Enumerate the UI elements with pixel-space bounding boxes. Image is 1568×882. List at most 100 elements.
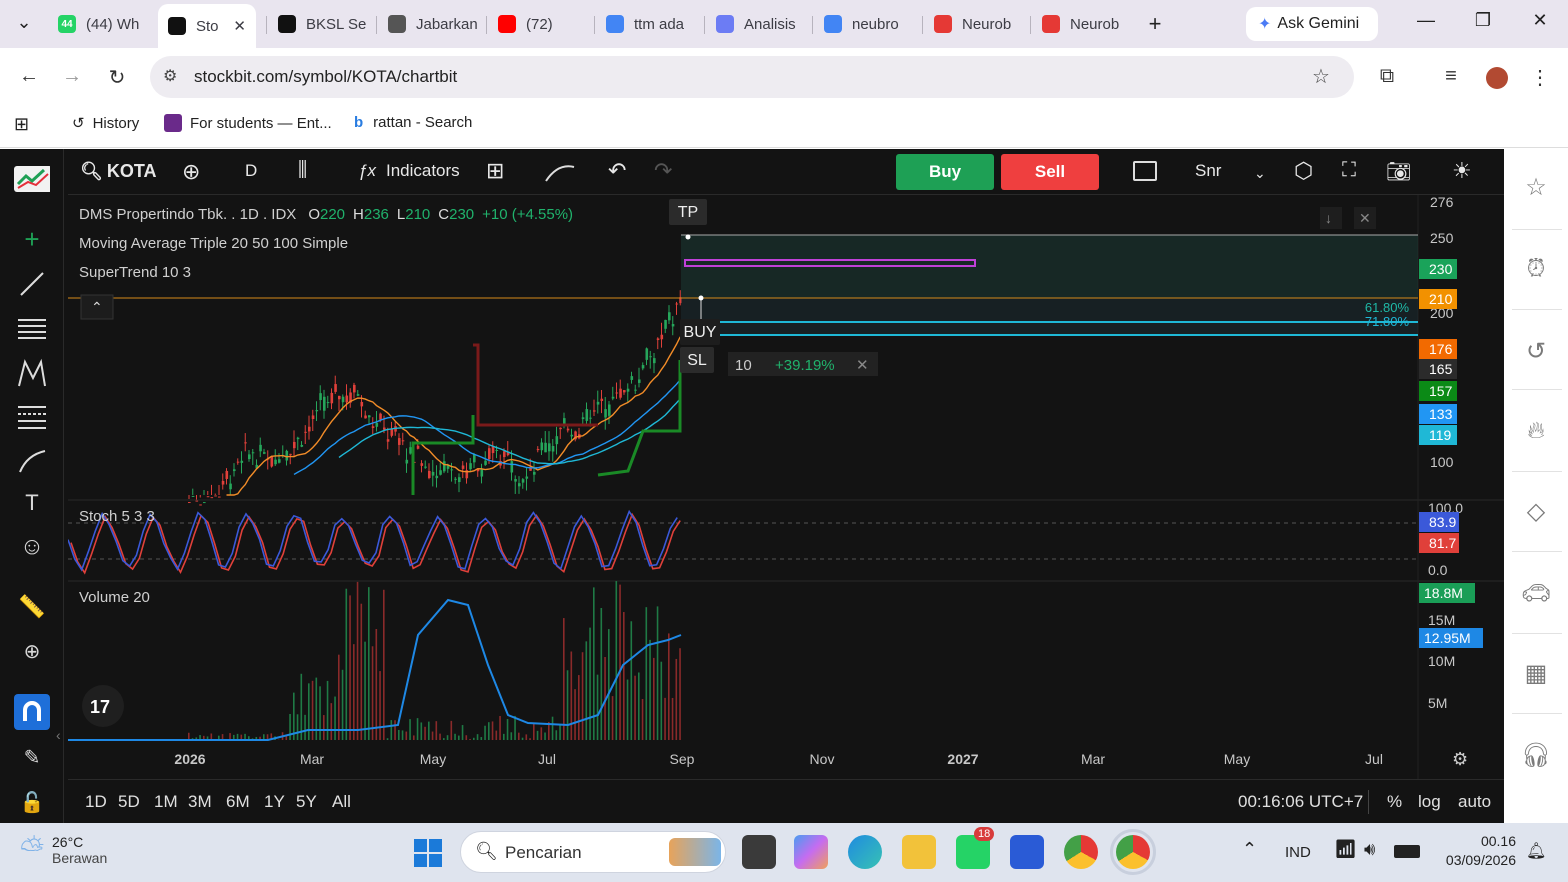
brush-icon[interactable] bbox=[14, 443, 50, 479]
wifi-icon[interactable]: 📶︎ bbox=[1334, 839, 1357, 860]
sell-button[interactable]: Sell bbox=[1001, 154, 1099, 190]
minimize-icon[interactable]: — bbox=[1412, 10, 1440, 31]
extensions-icon[interactable]: ⧉ bbox=[1374, 65, 1400, 88]
browser-tab[interactable]: 44 (44) Wh bbox=[48, 7, 154, 41]
browser-tab[interactable]: neubro bbox=[814, 7, 918, 41]
clock-widget[interactable]: 00.16 03/09/2026 bbox=[1430, 833, 1516, 868]
collapse-toolbar-icon[interactable]: ‹ bbox=[56, 727, 61, 743]
tradingview-logo[interactable]: 17 bbox=[82, 685, 124, 727]
address-bar[interactable]: ⚙ stockbit.com/symbol/KOTA/chartbit ☆ bbox=[150, 56, 1354, 98]
chevron-down-icon[interactable]: ⌄ bbox=[1254, 165, 1266, 182]
tray-chevron-icon[interactable]: ⌃ bbox=[1242, 839, 1257, 860]
fib-icon[interactable] bbox=[14, 399, 50, 435]
whatsapp-icon[interactable]: 18 bbox=[956, 827, 995, 869]
pattern-icon[interactable] bbox=[14, 355, 50, 391]
eraser-icon[interactable]: ✎ bbox=[14, 739, 50, 775]
hot-fire-icon[interactable]: 🔥︎ bbox=[1520, 415, 1552, 447]
file-explorer-icon[interactable] bbox=[902, 835, 936, 869]
period-button[interactable]: 1D bbox=[85, 792, 107, 812]
auto-scale-toggle[interactable]: auto bbox=[1458, 792, 1491, 812]
drawing-style-icon[interactable] bbox=[544, 161, 576, 188]
bookmark-star-icon[interactable]: ☆ bbox=[1312, 64, 1330, 89]
checkbox-icon[interactable] bbox=[1133, 161, 1157, 181]
crosshair-icon[interactable]: + bbox=[14, 221, 50, 257]
diamond-icon[interactable]: ◇ bbox=[1520, 495, 1552, 527]
symbol-search[interactable]: 🔍︎ KOTA bbox=[80, 161, 157, 182]
browser-tab[interactable]: Sto ✕ bbox=[158, 4, 256, 48]
back-icon[interactable]: ← bbox=[16, 65, 42, 88]
bookmark-rattan-search[interactable]: b rattan - Search bbox=[354, 114, 472, 131]
history-icon[interactable]: ↺ bbox=[1520, 335, 1552, 367]
reload-icon[interactable]: ↻ bbox=[104, 65, 130, 90]
battery-icon[interactable] bbox=[1394, 845, 1420, 858]
buy-button[interactable]: Buy bbox=[896, 154, 994, 190]
apps-grid-icon[interactable]: ⊞ bbox=[14, 114, 29, 135]
tab-search-icon[interactable]: ⌄ bbox=[10, 12, 38, 33]
menu-icon[interactable]: ⋮ bbox=[1527, 65, 1553, 90]
store-icon[interactable] bbox=[1010, 835, 1044, 869]
percent-scale-toggle[interactable]: % bbox=[1387, 792, 1402, 812]
chrome-icon[interactable] bbox=[1064, 835, 1098, 869]
car-icon[interactable]: 🚗︎ bbox=[1520, 577, 1552, 609]
alarm-icon[interactable]: ⏰︎ bbox=[1520, 253, 1552, 285]
weather-widget[interactable]: ⛅︎ 26°C Berawan bbox=[20, 833, 107, 867]
ask-gemini-button[interactable]: ✦ Ask Gemini bbox=[1246, 7, 1378, 41]
zoom-in-icon[interactable]: ⊕ bbox=[14, 633, 50, 669]
emoji-icon[interactable]: ☺ bbox=[14, 529, 50, 565]
price-chart[interactable]: TP BUY SL 10 +39.19% ✕ 61.80%71.80% ↓ ✕ 276 250 20… bbox=[68, 195, 1504, 779]
browser-tab[interactable]: Jabarkan bbox=[378, 7, 482, 41]
camera-icon[interactable]: 📷︎ bbox=[1386, 159, 1411, 184]
new-tab-button[interactable]: + bbox=[1141, 11, 1169, 37]
settings-hex-icon[interactable]: ⬡ bbox=[1294, 158, 1313, 184]
notification-icon[interactable]: 🔔︎ bbox=[1526, 841, 1546, 861]
period-button[interactable]: 1Y bbox=[264, 792, 285, 812]
period-button[interactable]: 6M bbox=[226, 792, 250, 812]
long-position-tool[interactable]: TP BUY SL 10 +39.19% ✕ 61.80%71.80% ↓ ✕ bbox=[68, 199, 1418, 376]
period-button[interactable]: 5D bbox=[118, 792, 140, 812]
magnet-icon[interactable] bbox=[14, 694, 50, 730]
url-text[interactable]: stockbit.com/symbol/KOTA/chartbit bbox=[194, 67, 457, 87]
text-tool-icon[interactable]: T bbox=[14, 485, 50, 521]
restore-icon[interactable]: ❐ bbox=[1469, 10, 1497, 31]
period-button[interactable]: 1M bbox=[154, 792, 178, 812]
volume-icon[interactable]: 🔊︎ bbox=[1364, 839, 1375, 860]
language-indicator[interactable]: IND bbox=[1285, 844, 1311, 861]
undo-icon[interactable]: ↶ bbox=[608, 158, 626, 184]
windows-start-icon[interactable] bbox=[414, 839, 442, 867]
layout-grid-icon[interactable]: ⊞ bbox=[486, 158, 504, 184]
chrome-active-icon[interactable] bbox=[1110, 829, 1156, 875]
browser-tab[interactable]: BKSL Se bbox=[268, 7, 372, 41]
calendar-icon[interactable]: ▦ bbox=[1520, 657, 1552, 689]
layout-select[interactable]: Snr bbox=[1195, 161, 1221, 181]
log-scale-toggle[interactable]: log bbox=[1418, 792, 1441, 812]
chart-type-icon[interactable]: ⫼ bbox=[298, 159, 307, 182]
compare-add-icon[interactable]: ⊕ bbox=[182, 159, 200, 185]
bookmark-for-students[interactable]: For students — Ent... bbox=[164, 114, 332, 132]
fullscreen-icon[interactable]: ⛶ bbox=[1342, 159, 1356, 182]
interval-button[interactable]: D bbox=[245, 161, 257, 181]
task-view-icon[interactable] bbox=[742, 835, 776, 869]
indicators-button[interactable]: ƒx Indicators bbox=[358, 161, 460, 181]
headset-icon[interactable]: 🎧︎ bbox=[1520, 739, 1552, 771]
forward-icon[interactable]: → bbox=[59, 65, 85, 88]
browser-tab[interactable]: (72) bbox=[488, 7, 592, 41]
taskbar-search[interactable]: 🔍︎ Pencarian bbox=[460, 831, 726, 873]
watchlist-star-icon[interactable]: ☆ bbox=[1520, 171, 1552, 203]
edge-icon[interactable] bbox=[848, 835, 882, 869]
close-tab-icon[interactable]: ✕ bbox=[233, 17, 246, 35]
period-button[interactable]: 3M bbox=[188, 792, 212, 812]
lock-icon[interactable]: 🔓 bbox=[14, 784, 50, 820]
close-window-icon[interactable]: ✕ bbox=[1526, 10, 1554, 31]
browser-tab[interactable]: Analisis bbox=[706, 7, 810, 41]
theme-sun-icon[interactable]: ☀ bbox=[1452, 158, 1472, 184]
bookmark-history[interactable]: ↺ History bbox=[72, 114, 139, 133]
stockbit-logo[interactable] bbox=[14, 161, 50, 197]
profile-avatar[interactable] bbox=[1486, 67, 1508, 89]
horizontal-lines-icon[interactable] bbox=[14, 311, 50, 347]
period-button[interactable]: All bbox=[332, 792, 351, 812]
redo-icon[interactable]: ↷ bbox=[654, 158, 672, 184]
browser-tab[interactable]: ttm ada bbox=[596, 7, 700, 41]
copilot-icon[interactable] bbox=[794, 835, 828, 869]
period-button[interactable]: 5Y bbox=[296, 792, 317, 812]
browser-tab[interactable]: Neurob bbox=[924, 7, 1028, 41]
